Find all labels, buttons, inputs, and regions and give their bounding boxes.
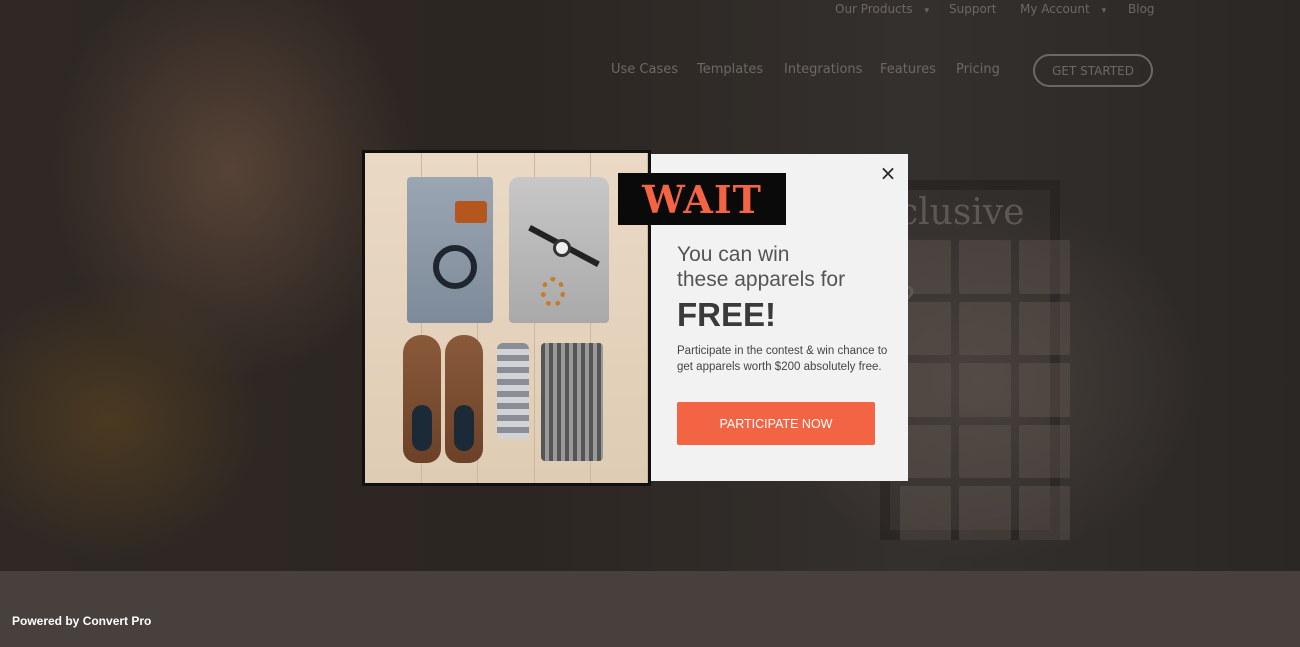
headline-line-2: these apparels for: [677, 268, 846, 291]
footer: Powered by Convert Pro: [0, 571, 1300, 647]
participate-now-button[interactable]: PARTICIPATE NOW: [677, 402, 875, 445]
background-headline: clusive: [898, 192, 1025, 233]
top-nav: Our Products ▾ Support My Account ▾ Blog: [0, 0, 1300, 18]
bracelet-illustration: [541, 277, 565, 307]
top-nav-our-products[interactable]: Our Products ▾: [835, 2, 929, 16]
left-shoe-illustration: [403, 335, 441, 463]
headline-line-1: You can win: [677, 243, 790, 266]
chevron-down-icon: ▾: [1101, 6, 1107, 16]
popup-free-highlight: FREE!: [677, 296, 776, 333]
get-started-button[interactable]: GET STARTED: [1033, 54, 1153, 87]
scarf-illustration: [541, 343, 603, 461]
socks-illustration: [497, 343, 529, 439]
top-nav-my-account[interactable]: My Account ▾: [1020, 2, 1106, 16]
nav-use-cases[interactable]: Use Cases: [611, 62, 678, 77]
top-nav-label: My Account: [1020, 2, 1090, 16]
nav-integrations[interactable]: Integrations: [784, 62, 862, 77]
popup-headline: You can win these apparels for: [677, 242, 887, 292]
nav-templates[interactable]: Templates: [697, 62, 763, 77]
popup-body-text: Participate in the contest & win chance …: [677, 345, 888, 373]
top-nav-support[interactable]: Support: [949, 2, 996, 16]
popup-apparel-image: [362, 150, 651, 486]
wait-badge: WAIT: [618, 173, 786, 225]
powered-by-label[interactable]: Powered by Convert Pro: [12, 614, 151, 628]
background-photo-wall: [900, 240, 1070, 540]
close-icon[interactable]: ×: [877, 161, 899, 185]
chevron-down-icon: ▾: [924, 6, 929, 16]
watch-face-illustration: [553, 239, 571, 257]
belt-illustration: [433, 245, 477, 289]
right-shoe-illustration: [445, 335, 483, 463]
wallet-illustration: [455, 201, 487, 223]
top-nav-label: Our Products: [835, 2, 913, 16]
top-nav-blog[interactable]: Blog: [1128, 2, 1155, 16]
nav-features[interactable]: Features: [880, 62, 936, 77]
nav-pricing[interactable]: Pricing: [956, 62, 1000, 77]
